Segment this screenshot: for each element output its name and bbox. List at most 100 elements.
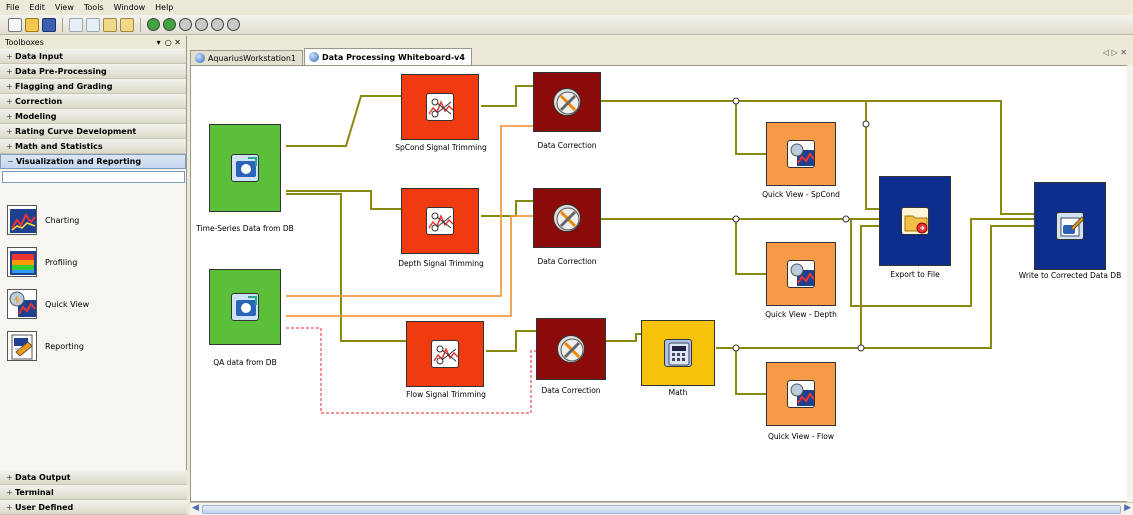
undo-icon[interactable] <box>120 17 134 32</box>
tool-charting[interactable]: Charting <box>7 202 177 238</box>
tools-icon <box>553 88 581 116</box>
node-data-correction-1[interactable] <box>533 72 601 132</box>
node-time-series-data[interactable] <box>209 124 281 212</box>
category-rating-curve[interactable]: + Rating Curve Development <box>0 124 186 139</box>
node-quick-view-spcond[interactable] <box>766 122 836 186</box>
menu-view[interactable]: View <box>55 3 74 12</box>
node-label: Write to Corrected Data DB <box>1018 271 1122 280</box>
category-terminal[interactable]: + Terminal <box>0 485 187 500</box>
node-quick-view-depth[interactable] <box>766 242 836 306</box>
refresh-icon[interactable] <box>227 18 240 31</box>
tab-label: AquariusWorkstation1 <box>208 53 297 63</box>
tool-label: Profiling <box>45 257 78 267</box>
menu-help[interactable]: Help <box>155 3 173 12</box>
category-flagging-grading[interactable]: + Flagging and Grading <box>0 79 186 94</box>
calculator-icon <box>664 339 692 367</box>
wire <box>601 100 766 155</box>
scissors-icon <box>426 207 454 235</box>
wire <box>716 347 766 395</box>
tab-label: Data Processing Whiteboard-v4 <box>322 52 465 62</box>
panel-controls[interactable]: ▾ ○ ✕ <box>157 38 181 47</box>
toolbox-header: Toolboxes ▾ ○ ✕ <box>0 36 186 49</box>
tool-profiling[interactable]: Profiling <box>7 244 177 280</box>
node-label: Data Correction <box>541 386 601 395</box>
menu-bar: File Edit View Tools Window Help <box>0 0 1133 15</box>
tab-data-processing-whiteboard[interactable]: Data Processing Whiteboard-v4 <box>304 48 472 65</box>
category-data-output[interactable]: + Data Output <box>0 470 187 485</box>
node-label: QA data from DB <box>213 358 277 367</box>
tool-reporting[interactable]: Reporting <box>7 328 177 364</box>
category-user-defined[interactable]: + User Defined <box>0 500 187 515</box>
node-label: Time-Series Data from DB <box>196 224 294 233</box>
category-data-pre-processing[interactable]: + Data Pre-Processing <box>0 64 186 79</box>
toolbar <box>0 15 1133 35</box>
menu-window[interactable]: Window <box>114 3 146 12</box>
whiteboard-canvas[interactable]: Time-Series Data from DB QA data from DB… <box>190 65 1133 502</box>
cancel-icon[interactable] <box>211 18 224 31</box>
folder-export-icon <box>901 207 929 235</box>
node-label: Math <box>668 388 688 397</box>
node-write-corrected-db[interactable] <box>1034 182 1106 270</box>
scroll-thumb[interactable] <box>202 505 1121 514</box>
tab-aquarius-workstation[interactable]: AquariusWorkstation1 <box>190 50 304 65</box>
document-tabs: AquariusWorkstation1 Data Processing Whi… <box>190 48 1133 65</box>
report-icon <box>7 331 37 361</box>
quick-view-icon <box>787 380 815 408</box>
node-label: Export to File <box>890 270 940 279</box>
wire <box>481 85 533 107</box>
stop-icon[interactable] <box>195 18 208 31</box>
toolbar-separator <box>140 17 141 32</box>
node-flow-trimming[interactable] <box>406 321 484 387</box>
node-label: Quick View - SpCond <box>762 190 840 199</box>
tool-label: Reporting <box>45 341 84 351</box>
category-math-statistics[interactable]: + Math and Statistics <box>0 139 186 154</box>
node-label: Depth Signal Trimming <box>398 259 484 268</box>
node-data-correction-3[interactable] <box>536 318 606 380</box>
database-icon <box>231 293 259 321</box>
node-label: Quick View - Depth <box>765 310 837 319</box>
category-visualization-reporting[interactable]: − Visualization and Reporting <box>0 154 186 169</box>
scroll-left-icon[interactable]: ◀ <box>192 503 199 513</box>
toolbox-title: Toolboxes <box>5 38 44 47</box>
run-icon[interactable] <box>147 18 160 31</box>
connection-wires <box>286 85 1036 414</box>
save-icon[interactable] <box>42 17 56 32</box>
step-icon[interactable] <box>163 18 176 31</box>
node-qa-data[interactable] <box>209 269 281 345</box>
scroll-right-icon[interactable]: ▶ <box>1124 503 1131 513</box>
open-icon[interactable] <box>25 17 39 32</box>
node-data-correction-2[interactable] <box>533 188 601 248</box>
cut-icon[interactable] <box>69 17 83 32</box>
tool-label: Quick View <box>45 299 90 309</box>
node-label: Data Correction <box>537 257 597 266</box>
new-icon[interactable] <box>8 17 22 32</box>
category-modeling[interactable]: + Modeling <box>0 109 186 124</box>
node-quick-view-flow[interactable] <box>766 362 836 426</box>
horizontal-scrollbar[interactable]: ◀ ▶ <box>190 502 1133 515</box>
pause-icon[interactable] <box>179 18 192 31</box>
menu-tools[interactable]: Tools <box>84 3 104 12</box>
quick-view-icon <box>787 140 815 168</box>
copy-icon[interactable] <box>86 17 100 32</box>
menu-edit[interactable]: Edit <box>29 3 45 12</box>
paste-icon[interactable] <box>103 17 117 32</box>
tool-label: Charting <box>45 215 80 225</box>
node-spcond-trimming[interactable] <box>401 74 479 140</box>
tab-scroll-controls[interactable]: ◁ ▷ ✕ <box>1103 48 1127 57</box>
quick-view-icon <box>7 289 37 319</box>
node-math[interactable] <box>641 320 715 386</box>
tool-quick-view[interactable]: Quick View <box>7 286 177 322</box>
node-depth-trimming[interactable] <box>401 188 479 254</box>
toolbox-panel: Toolboxes ▾ ○ ✕ + Data Input + Data Pre-Pr… <box>0 36 187 515</box>
vertical-scrollbar[interactable] <box>1127 65 1133 502</box>
menu-file[interactable]: File <box>6 3 19 12</box>
category-correction[interactable]: + Correction <box>0 94 186 109</box>
wire-junction <box>732 97 740 105</box>
scissors-icon <box>431 340 459 368</box>
node-export-to-file[interactable] <box>879 176 951 266</box>
category-data-input[interactable]: + Data Input <box>0 49 186 64</box>
app-window: File Edit View Tools Window Help Toolbox… <box>0 0 1133 515</box>
toolbox-filter-field[interactable] <box>2 171 185 183</box>
database-icon <box>231 154 259 182</box>
wire <box>286 95 401 147</box>
